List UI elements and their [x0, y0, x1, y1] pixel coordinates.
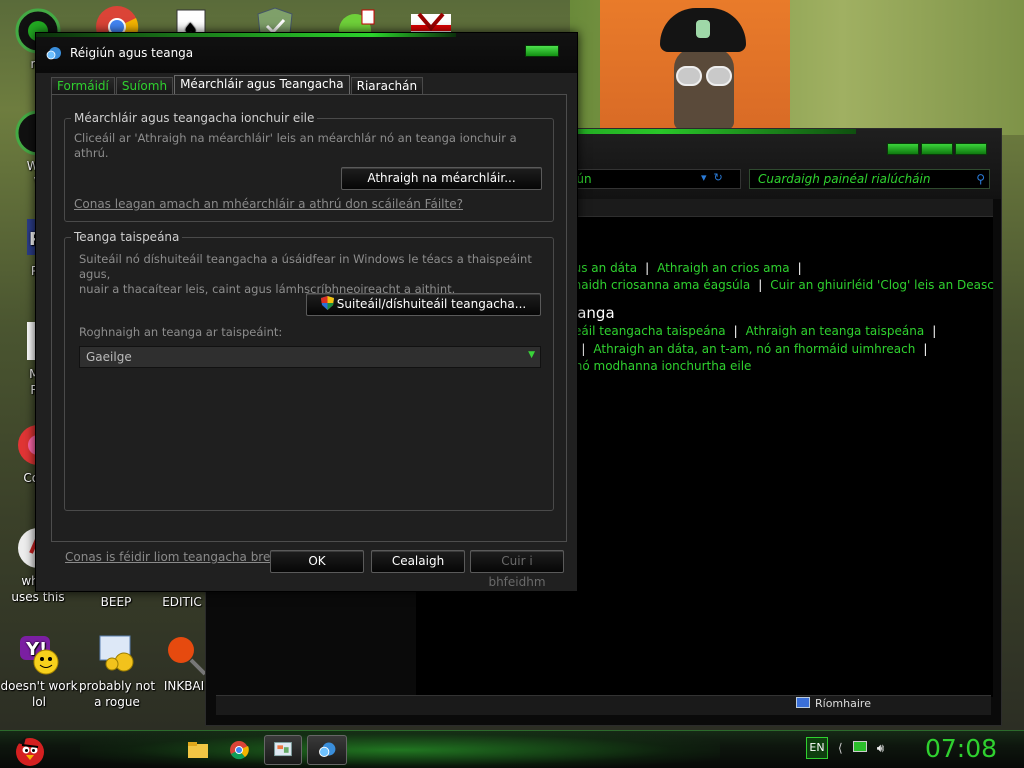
chrome-taskbar-icon[interactable] [224, 735, 254, 765]
status-bar [216, 695, 991, 715]
wallpaper-person [660, 8, 750, 130]
language-indicator[interactable]: EN [806, 737, 828, 759]
desktop-icon-beep[interactable]: BEEP [78, 594, 154, 610]
desktop-icon-label: probably not a rogue [78, 679, 156, 709]
cp-link-change-display-language[interactable]: Athraigh an teanga taispeána [746, 324, 925, 338]
tray-arrow-icon[interactable]: ⟨ [838, 741, 843, 756]
tab-keyboards-languages[interactable]: Méarchláir agus Teangacha [174, 75, 350, 95]
start-button-icon[interactable] [6, 733, 52, 767]
search-icon[interactable]: ⚲ [976, 172, 985, 186]
keyboards-group-title: Méarchláir agus teangacha ionchuir eile [71, 111, 318, 125]
cp-link-row-2: ghaidh criosanna ama éagsúla | Cuir an ghi… [566, 278, 994, 292]
display-language-description: Suiteáil nó díshuiteáil teangacha a úsái… [79, 252, 549, 297]
control-panel-taskbar-icon[interactable] [264, 735, 302, 765]
desktop-icon-label: BEEP [100, 595, 132, 609]
dialog-title-accent [36, 33, 456, 37]
install-languages-button[interactable]: Suiteáil/díshuiteáil teangacha... [306, 293, 541, 316]
close-button[interactable] [955, 143, 987, 155]
cp-link-row-5: r nó modhanna ionchurtha eile [566, 359, 751, 373]
cp-link-row-4: a|Athraigh an dáta, an t-am, nó an fhorm… [566, 342, 935, 356]
system-tray: ⟨ 🔊︎ [838, 741, 884, 756]
welcome-screen-keyboard-link[interactable]: Conas leagan amach an mhéarchláir a athr… [74, 197, 463, 211]
status-computer-label: Ríomhaire [815, 697, 871, 710]
status-computer: Ríomhaire [796, 697, 871, 710]
display-language-select[interactable]: Gaeilge ▼ [79, 346, 541, 368]
install-languages-label: Suiteáil/díshuiteáil teangacha... [336, 297, 527, 311]
taskbar-clock[interactable]: 07:08 [925, 734, 997, 763]
taskbar: EN ⟨ 🔊︎ 07:08 [0, 730, 1024, 768]
desktop-icon-label: INKBAI [163, 679, 205, 693]
desktop-icon-edition[interactable]: EDITIC [152, 594, 212, 610]
desktop-icon-label: EDITIC [162, 595, 202, 609]
chevron-down-icon: ▼ [528, 350, 535, 360]
apply-button[interactable]: Cuir i bhfeidhm [470, 550, 564, 589]
uac-shield-icon [320, 296, 334, 310]
display-language-value: Gaeilge [86, 350, 132, 364]
search-input[interactable]: Cuardaigh painéal rialúcháin ⚲ [749, 169, 990, 189]
display-language-group-title: Teanga taispeána [71, 230, 183, 244]
search-placeholder: Cuardaigh painéal rialúcháin [758, 172, 931, 186]
globe-icon [46, 47, 61, 60]
minimize-button[interactable] [887, 143, 919, 155]
keyboards-description: Cliceáil ar 'Athraigh na méarchláir' lei… [74, 131, 517, 160]
desktop-icon-rogue[interactable]: probably not a rogue [78, 630, 156, 710]
ok-button[interactable]: OK [270, 550, 364, 573]
volume-icon[interactable]: 🔊︎ [877, 741, 885, 756]
window-controls[interactable] [887, 143, 987, 155]
battery-icon[interactable] [852, 741, 867, 752]
dialog-tabs: Formáidí Suíomh Méarchláir agus Teangach… [51, 75, 424, 95]
dialog-close-button[interactable] [525, 45, 559, 57]
cp-link-install-languages[interactable]: iteáil teangacha taispeána [566, 324, 726, 338]
display-language-desc-line1: Suiteáil nó díshuiteáil teangacha a úsái… [79, 252, 532, 281]
region-language-dialog: Réigiún agus teanga Formáidí Suíomh Méar… [35, 32, 578, 592]
change-keyboards-button[interactable]: Athraigh na méarchláir... [341, 167, 542, 190]
cp-link-row-3: iteáil teangacha taispeána | Athraigh an t… [566, 324, 937, 338]
refresh-icon[interactable]: ▾ ↻ [701, 171, 723, 184]
explorer-taskbar-icon[interactable] [183, 735, 213, 765]
cp-link-clocks[interactable]: ghaidh criosanna ama éagsúla [566, 278, 750, 292]
region-taskbar-icon[interactable] [307, 735, 347, 765]
desktop-icon-label: doesn't work lol [0, 679, 78, 709]
display-language-group: Teanga taispeána Suiteáil nó díshuiteáil… [64, 230, 554, 511]
keyboards-group: Méarchláir agus teangacha ionchuir eile … [64, 111, 554, 222]
tab-administrative[interactable]: Riarachán [350, 77, 424, 95]
taskbar-glow [80, 731, 720, 768]
tab-panel: Méarchláir agus teangacha ionchuir eile … [51, 94, 567, 564]
cp-link-timezone[interactable]: Athraigh an crios ama [657, 261, 789, 275]
cancel-button[interactable]: Cealaigh [371, 550, 465, 573]
computer-icon [796, 697, 810, 708]
cp-link-input-methods[interactable]: r nó modhanna ionchurtha eile [566, 359, 751, 373]
desktop-icon-inkball[interactable]: INKBAI [156, 630, 212, 694]
tab-location[interactable]: Suíomh [115, 77, 174, 95]
cp-link-change-formats[interactable]: Athraigh an dáta, an t-am, nó an fhormái… [593, 342, 915, 356]
cp-link-clock-gadget[interactable]: Cuir an ghiuirléid 'Clog' leis an Deasc [770, 278, 994, 292]
tab-formats[interactable]: Formáidí [51, 77, 115, 95]
dialog-title: Réigiún agus teanga [70, 46, 194, 60]
maximize-button[interactable] [921, 143, 953, 155]
desktop-icon-yahoo[interactable]: Y! doesn't work lol [0, 630, 78, 710]
cp-link-row-1: gus an dáta | Athraigh an crios ama | [566, 261, 802, 275]
display-language-select-label: Roghnaigh an teanga ar taispeáint: [79, 325, 283, 339]
